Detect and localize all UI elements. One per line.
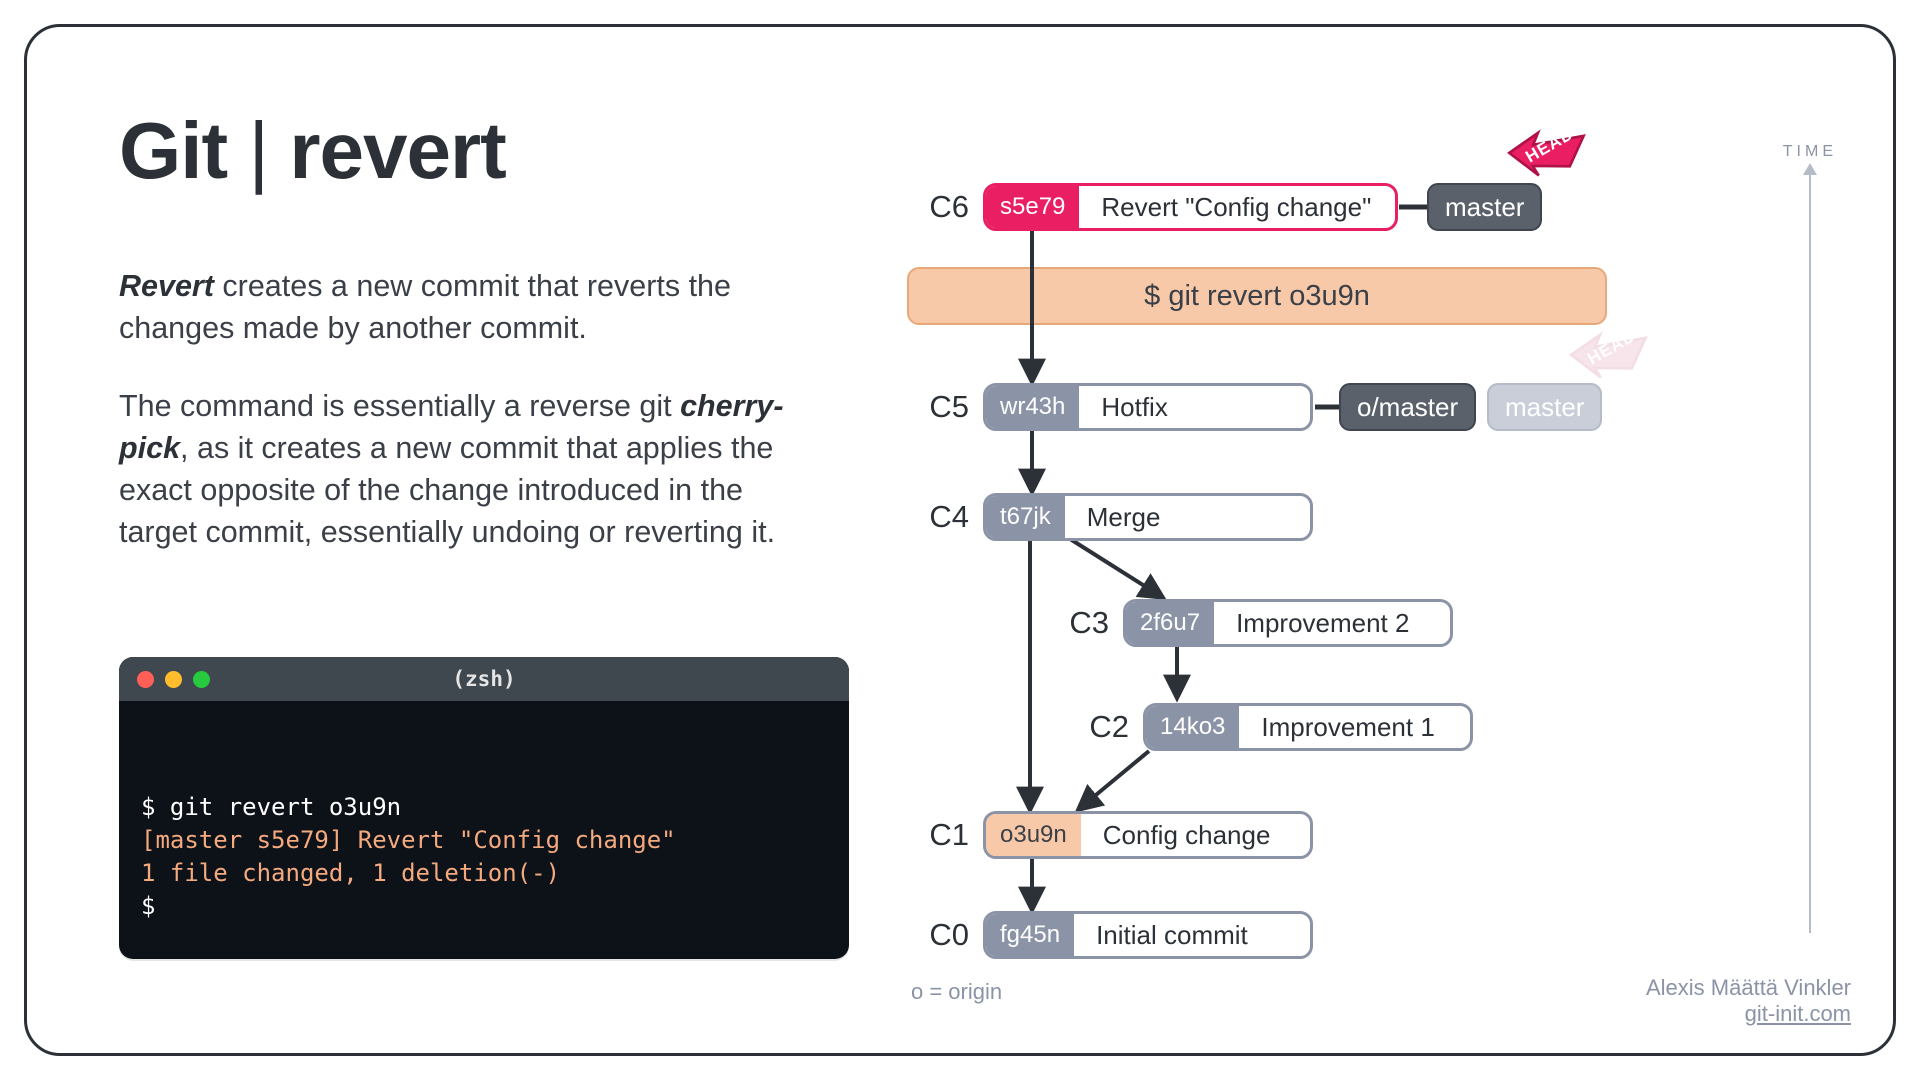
commit-c1: C1 o3u9n Config change: [907, 811, 1313, 859]
commit-graph: TIME $ git revert o3u9n: [907, 137, 1827, 997]
commit-label: C3: [1047, 605, 1109, 641]
para2-a: The command is essentially a reverse git: [119, 389, 680, 423]
terminal-body: $ git revert o3u9n [master s5e79] Revert…: [119, 701, 849, 941]
para2-c: , as it creates a new commit that applie…: [119, 431, 775, 549]
commit-pill: s5e79 Revert "Config change": [983, 183, 1398, 231]
term-l2: [master s5e79] Revert "Config change": [141, 826, 676, 854]
branch-o-master: o/master: [1339, 383, 1476, 431]
credit-site: git-init.com: [1646, 1001, 1851, 1027]
commit-label: C5: [907, 389, 969, 425]
commit-msg: Hotfix: [1079, 392, 1189, 423]
commit-label: C1: [907, 817, 969, 853]
commit-hash: wr43h: [986, 386, 1079, 428]
term-l1: $ git revert o3u9n: [141, 793, 401, 821]
commit-c6: C6 s5e79 Revert "Config change": [907, 183, 1398, 231]
commit-msg: Improvement 1: [1239, 712, 1456, 743]
title-right: revert: [289, 106, 505, 195]
slide-frame: Git | revert Revert creates a new commit…: [24, 24, 1896, 1056]
paragraph-2: The command is essentially a reverse git…: [119, 385, 799, 553]
commit-msg: Merge: [1065, 502, 1183, 533]
time-label: TIME: [1783, 143, 1837, 161]
commit-pill: fg45n Initial commit: [983, 911, 1313, 959]
head-arrow-old: HEAD: [1558, 319, 1652, 390]
commit-pill: 14ko3 Improvement 1: [1143, 703, 1473, 751]
commit-msg: Improvement 2: [1214, 608, 1431, 639]
commit-msg: Revert "Config change": [1079, 192, 1393, 223]
commit-hash: s5e79: [986, 186, 1079, 228]
paragraph-1: Revert creates a new commit that reverts…: [119, 265, 799, 349]
commit-label: C2: [1067, 709, 1129, 745]
terminal-titlebar: (zsh): [119, 657, 849, 701]
term-l4: $: [141, 892, 155, 920]
head-arrow: HEAD: [1496, 117, 1590, 188]
commit-hash: 14ko3: [1146, 706, 1239, 748]
slide-title: Git | revert: [119, 105, 506, 197]
commit-c3: C3 2f6u7 Improvement 2: [1047, 599, 1453, 647]
commit-label: C6: [907, 189, 969, 225]
graph-links: [907, 137, 1827, 997]
slide-credit: Alexis Määttä Vinkler git-init.com: [1646, 975, 1851, 1027]
commit-c0: C0 fg45n Initial commit: [907, 911, 1313, 959]
commit-msg: Initial commit: [1074, 920, 1270, 951]
credit-name: Alexis Määttä Vinkler: [1646, 975, 1851, 1001]
branch-master-old: master: [1487, 383, 1602, 431]
command-bar: $ git revert o3u9n: [907, 267, 1607, 325]
commit-hash: t67jk: [986, 496, 1065, 538]
commit-hash: fg45n: [986, 914, 1074, 956]
commit-pill: t67jk Merge: [983, 493, 1313, 541]
commit-pill: o3u9n Config change: [983, 811, 1313, 859]
para1-lead: Revert: [119, 269, 214, 303]
commit-label: C0: [907, 917, 969, 953]
title-left: Git: [119, 106, 227, 195]
title-sep: |: [248, 106, 268, 195]
commit-msg: Config change: [1081, 820, 1293, 851]
commit-c2: C2 14ko3 Improvement 1: [1067, 703, 1473, 751]
term-l3: 1 file changed, 1 deletion(-): [141, 859, 560, 887]
commit-pill: 2f6u7 Improvement 2: [1123, 599, 1453, 647]
commit-label: C4: [907, 499, 969, 535]
origin-note: o = origin: [911, 979, 1002, 1005]
commit-hash: 2f6u7: [1126, 602, 1214, 644]
commit-hash: o3u9n: [986, 814, 1081, 856]
time-axis: [1809, 173, 1811, 933]
commit-c4: C4 t67jk Merge: [907, 493, 1313, 541]
terminal-title: (zsh): [119, 667, 849, 691]
commit-c5: C5 wr43h Hotfix: [907, 383, 1313, 431]
branch-master: master: [1427, 183, 1542, 231]
terminal: (zsh) $ git revert o3u9n [master s5e79] …: [119, 657, 849, 959]
commit-pill: wr43h Hotfix: [983, 383, 1313, 431]
